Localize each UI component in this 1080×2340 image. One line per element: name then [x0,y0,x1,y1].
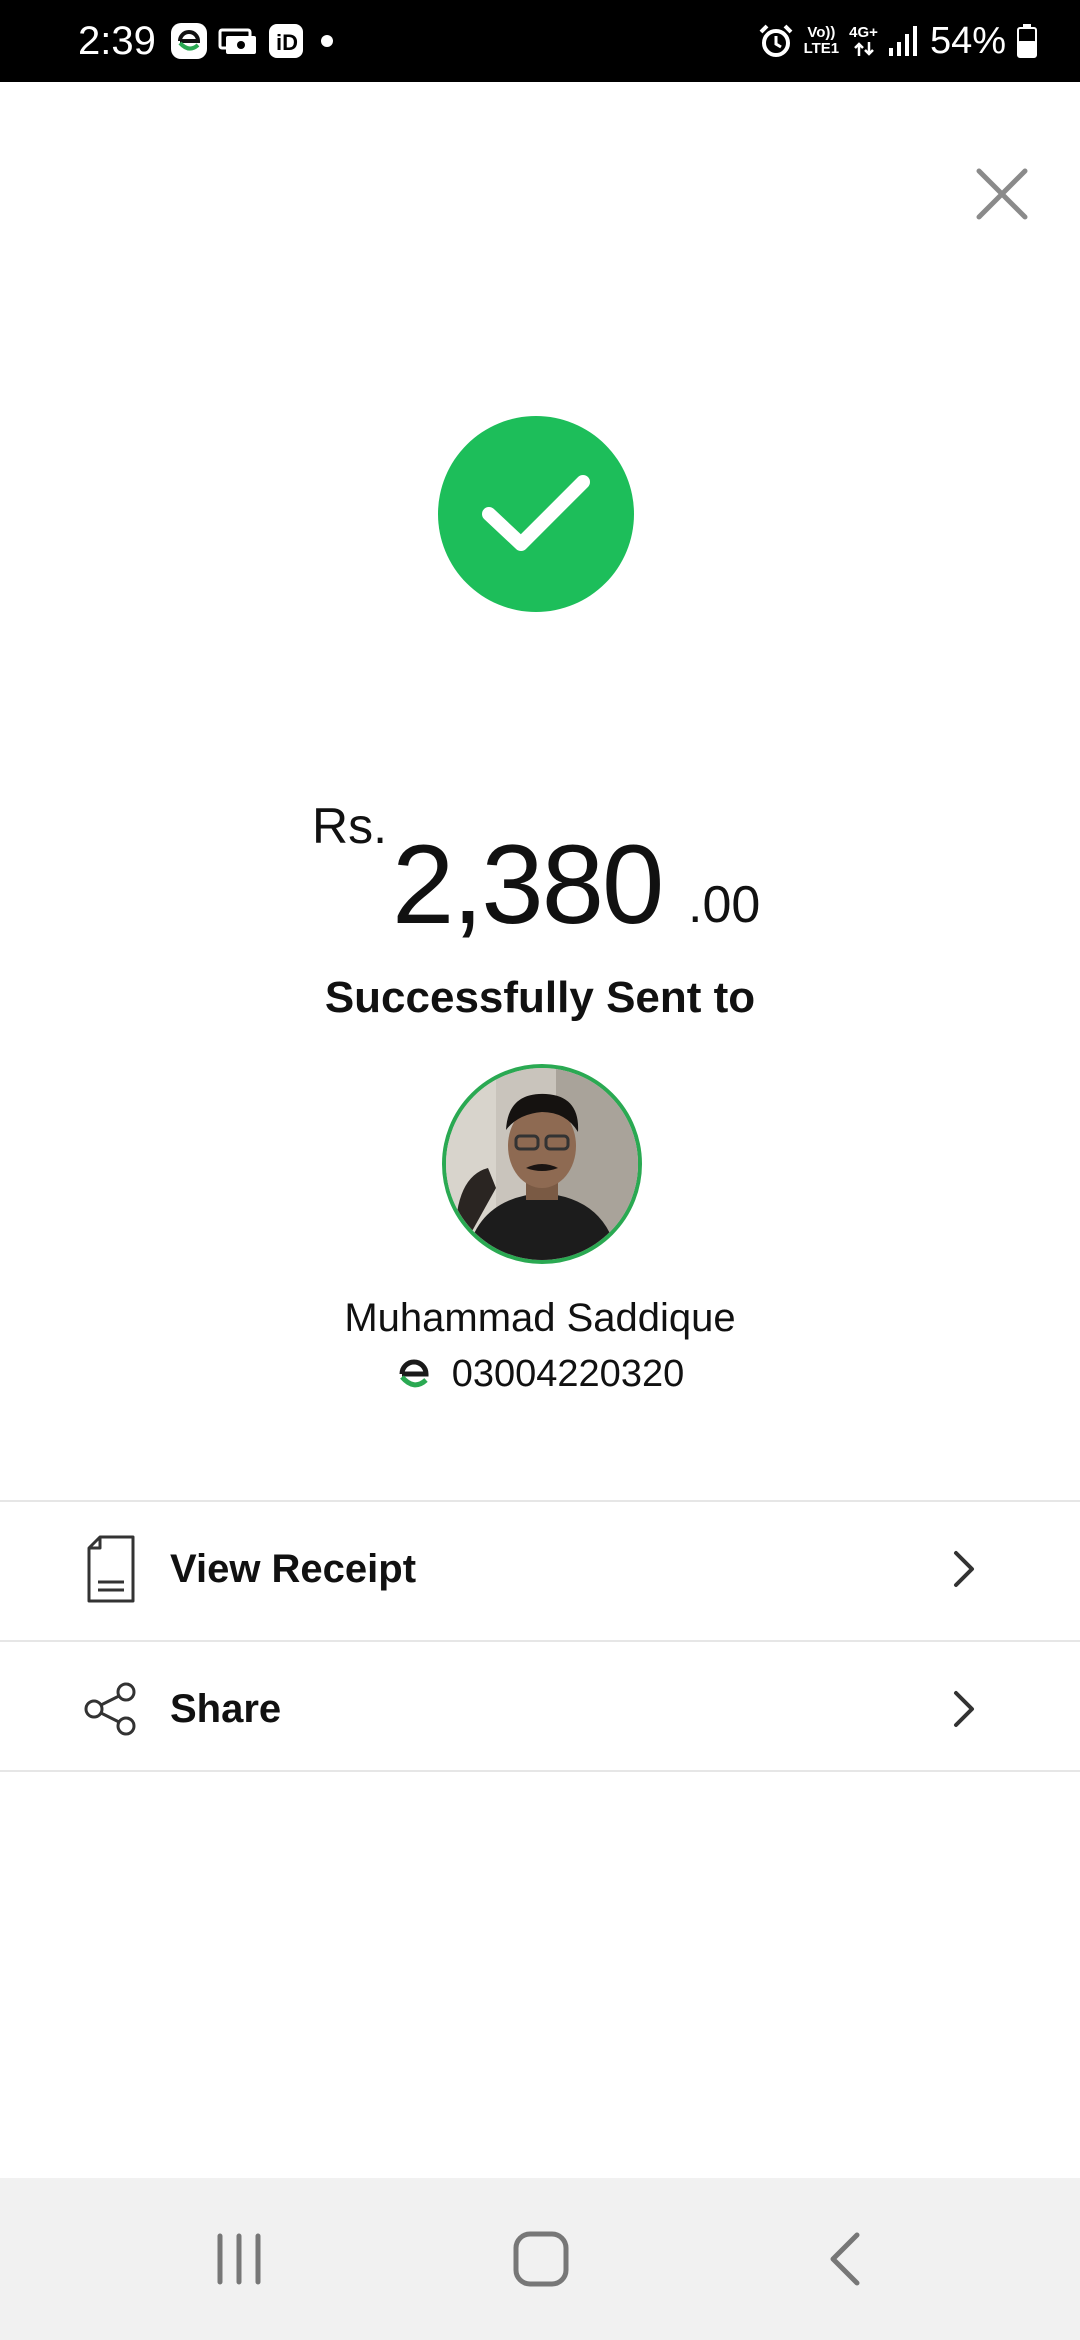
network-label: Vo)) LTE1 [804,25,840,57]
volte-label: Vo)) [807,24,836,41]
alarm-icon [759,24,793,57]
home-icon [513,2231,569,2287]
share-button[interactable]: Share [0,1642,1080,1776]
easypaisa-icon [399,1359,429,1388]
chevron-right-icon [954,1691,974,1727]
checkmark-icon [482,475,590,551]
lte-label: LTE1 [803,40,840,57]
avatar [442,1064,642,1264]
battery-percent: 54% [929,20,1006,62]
status-bar: 2:39 iD Vo)) LTE1 4G+ 54% [0,0,1080,82]
profile-photo [446,1068,638,1260]
recipient-number-row: 03004220320 [0,1350,1080,1398]
recents-icon [217,2233,261,2285]
dot-icon [321,35,333,47]
recipient-number: 03004220320 [451,1353,685,1395]
network-type-label: 4G+ [849,24,878,41]
data-type: 4G+ [849,25,878,57]
recipient-name: Muhammad Saddique [344,1296,736,1340]
back-icon [830,2232,860,2286]
notification-icons: iD [170,22,340,60]
divider [0,1770,1080,1772]
id-app-icon: iD [269,24,303,58]
amount-value: 2,380 [392,822,664,947]
back-button[interactable] [800,2214,890,2304]
battery-icon [1017,24,1037,58]
navigation-bar [0,2178,1080,2340]
svg-text:iD: iD [276,30,298,55]
status-time: 2:39 [78,19,156,63]
share-icon [84,1682,138,1736]
receipt-icon [84,1534,138,1604]
success-indicator [438,416,634,612]
chevron-right-icon [954,1551,974,1587]
signal-icon [888,26,917,56]
status-right: Vo)) LTE1 4G+ 54% [758,18,1038,64]
cash-icon [218,28,256,54]
easypaisa-icon [171,23,207,59]
data-arrows-icon [853,42,874,56]
view-receipt-button[interactable]: View Receipt [0,1502,1080,1636]
close-button[interactable] [970,162,1034,226]
recents-button[interactable] [194,2214,284,2304]
amount-decimal: .00 [688,876,761,934]
close-icon [976,168,1028,220]
home-button[interactable] [496,2214,586,2304]
amount-currency: Rs. [312,798,387,854]
success-message: Successfully Sent to [324,973,756,1022]
view-receipt-label: View Receipt [170,1547,417,1591]
share-label: Share [170,1687,282,1731]
